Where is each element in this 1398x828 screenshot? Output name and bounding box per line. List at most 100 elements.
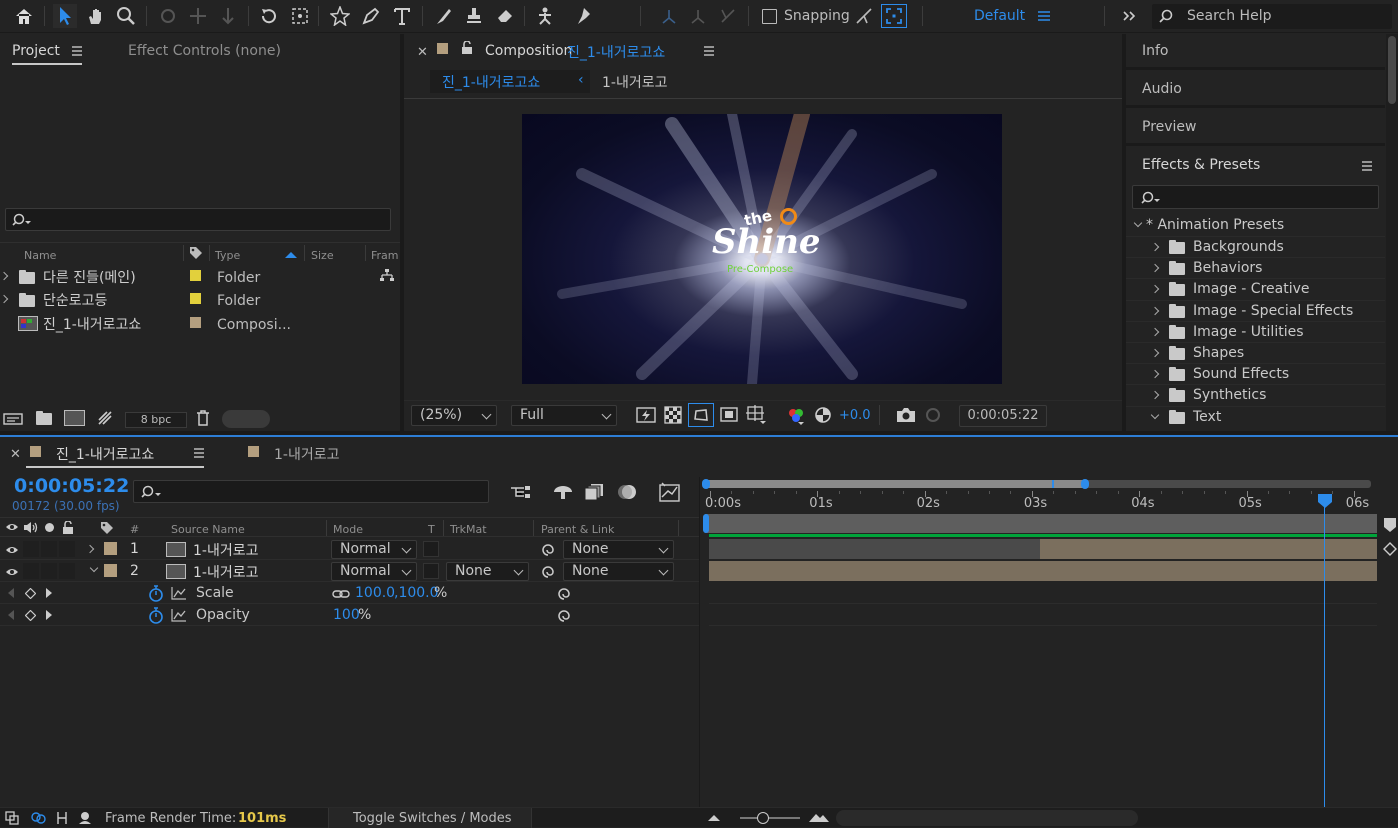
expand-caret-icon[interactable] — [1150, 242, 1160, 252]
preset-folder-item[interactable]: Image - Creative — [1126, 278, 1385, 299]
mask-path-visibility-icon[interactable] — [688, 403, 714, 427]
local-axis-icon[interactable] — [657, 4, 681, 28]
property-row-scale[interactable]: Scale 100.0 ,100.0 % — [0, 583, 700, 604]
scale-x-value[interactable]: 100.0 — [355, 585, 395, 601]
expand-caret-icon[interactable] — [1150, 306, 1160, 315]
label-tag-icon[interactable] — [189, 246, 203, 260]
layer-name[interactable]: 1-내거로고 — [193, 540, 258, 560]
solo-switch[interactable] — [41, 541, 57, 557]
solo-dot-icon[interactable] — [45, 523, 54, 532]
project-item[interactable]: 단순로고등 Folder — [0, 289, 400, 310]
work-area-bar[interactable] — [705, 514, 1377, 533]
zoom-tool-icon[interactable] — [114, 4, 138, 28]
col-frame[interactable]: Fram — [371, 249, 399, 262]
color-channels-icon[interactable] — [787, 407, 805, 425]
expand-caret-icon[interactable] — [1150, 285, 1160, 294]
roto-brush-icon[interactable] — [533, 4, 557, 28]
world-axis-icon[interactable] — [686, 4, 710, 28]
blend-mode-dropdown[interactable]: Normal — [331, 562, 417, 581]
current-time-display[interactable]: 0:00:05:22 — [14, 475, 129, 497]
timeline-horizontal-scroll[interactable] — [836, 810, 1138, 826]
col-mode[interactable]: Mode — [333, 523, 363, 536]
workspace-default[interactable]: Default — [974, 8, 1025, 24]
navigator-end-handle[interactable] — [1081, 479, 1089, 489]
snapshot-camera-icon[interactable] — [896, 407, 916, 423]
playhead[interactable] — [1317, 494, 1332, 807]
col-number[interactable]: # — [130, 523, 139, 536]
col-source-name[interactable]: Source Name — [171, 523, 245, 536]
breadcrumb-active[interactable]: 진_1-내거로고쇼 ‹ — [430, 70, 590, 93]
prev-keyframe-icon[interactable] — [8, 588, 14, 598]
info-panel-tab[interactable]: Info — [1142, 43, 1169, 59]
layer-label-swatch[interactable] — [104, 542, 117, 555]
preview-panel-tab[interactable]: Preview — [1142, 119, 1197, 135]
preset-folder-item[interactable]: Text — [1126, 405, 1385, 427]
type-tool-icon[interactable] — [390, 4, 414, 28]
layer-visibility-eye-icon[interactable] — [5, 566, 19, 578]
scale-keyframe-track[interactable] — [709, 583, 1377, 604]
graph-editor-icon[interactable] — [659, 482, 681, 502]
effects-presets-tab[interactable]: Effects & Presets — [1142, 157, 1260, 173]
new-composition-icon[interactable] — [64, 410, 85, 426]
fast-previews-icon[interactable] — [636, 406, 656, 424]
exposure-value[interactable]: +0.0 — [839, 408, 871, 423]
parent-dropdown[interactable]: None — [563, 562, 674, 581]
next-keyframe-icon[interactable] — [46, 610, 52, 620]
snap-grid-icon[interactable] — [881, 4, 907, 28]
grid-guides-icon[interactable] — [746, 405, 766, 425]
comp-marker-icon[interactable] — [1383, 517, 1397, 533]
layer-bar-1-trimmed[interactable] — [709, 539, 1040, 559]
project-item[interactable]: 진_1-내거로고쇼 Composi... — [0, 313, 400, 334]
pan-behind-icon[interactable] — [288, 4, 312, 28]
brush-tool-icon[interactable] — [431, 4, 455, 28]
audio-speaker-icon[interactable] — [23, 521, 39, 534]
layer-row[interactable]: 1 1-내거로고 Normal None — [0, 539, 700, 560]
stopwatch-icon[interactable] — [148, 585, 164, 602]
project-search-input[interactable] — [5, 208, 391, 231]
playhead-handle-icon[interactable] — [1317, 494, 1332, 508]
expand-caret-icon[interactable] — [1150, 348, 1160, 358]
close-tab-icon[interactable]: ✕ — [417, 45, 428, 60]
preset-folder-item[interactable]: Image - Special Effects — [1126, 299, 1385, 321]
view-axis-icon[interactable] — [716, 4, 740, 28]
animation-presets-folder[interactable]: * Animation Presets — [1146, 217, 1284, 233]
hand-tool-icon[interactable] — [84, 4, 108, 28]
zoom-slider-track[interactable] — [740, 817, 800, 819]
lock-switch[interactable] — [59, 541, 75, 557]
solo-switch[interactable] — [41, 563, 57, 579]
preset-folder-item[interactable]: Behaviors — [1126, 257, 1385, 278]
navigator-start-handle[interactable] — [702, 479, 710, 489]
comp-marker-bin[interactable] — [1383, 517, 1398, 807]
search-help-field[interactable]: Search Help — [1152, 4, 1392, 29]
expression-pick-whip-icon[interactable] — [556, 587, 572, 601]
preset-folder-item[interactable]: Sound Effects — [1126, 363, 1385, 384]
timeline-search-input[interactable] — [133, 480, 489, 503]
time-ruler[interactable]: 0:00s 01s 02s 03s 04s 05s 06s — [700, 491, 1382, 513]
orbit-camera-icon[interactable] — [156, 4, 180, 28]
layer-switches-icon[interactable] — [5, 811, 19, 825]
expand-caret-icon[interactable] — [0, 271, 9, 281]
audio-panel-tab[interactable]: Audio — [1142, 81, 1182, 97]
expression-pick-whip-icon[interactable] — [556, 609, 572, 623]
clone-stamp-icon[interactable] — [462, 4, 486, 28]
opacity-value[interactable]: 100 — [333, 607, 360, 623]
region-of-interest-icon[interactable] — [720, 406, 738, 424]
more-workspaces-icon[interactable] — [1117, 4, 1141, 28]
audio-switch[interactable] — [23, 541, 39, 557]
star-tool-icon[interactable] — [328, 4, 352, 28]
layer-name[interactable]: 1-내거로고 — [193, 562, 258, 582]
project-menu-icon[interactable] — [71, 46, 83, 56]
tab-project[interactable]: Project — [12, 43, 60, 59]
parent-dropdown[interactable]: None — [563, 540, 674, 559]
close-tab-icon[interactable]: ✕ — [10, 447, 21, 462]
timeline-menu-icon[interactable] — [193, 448, 205, 458]
time-navigator-range[interactable] — [705, 480, 1085, 488]
comp-button-icon[interactable] — [1383, 542, 1397, 556]
time-graph[interactable]: 0:00s 01s 02s 03s 04s 05s 06s — [700, 477, 1382, 807]
label-swatch[interactable] — [190, 293, 201, 304]
expand-caret-icon[interactable] — [0, 294, 9, 304]
viewer-timecode[interactable]: 0:00:05:22 — [959, 405, 1047, 427]
project-settings-icon[interactable] — [97, 410, 113, 426]
pick-whip-icon[interactable] — [540, 565, 556, 579]
composition-flowchart-icon[interactable] — [510, 484, 532, 500]
